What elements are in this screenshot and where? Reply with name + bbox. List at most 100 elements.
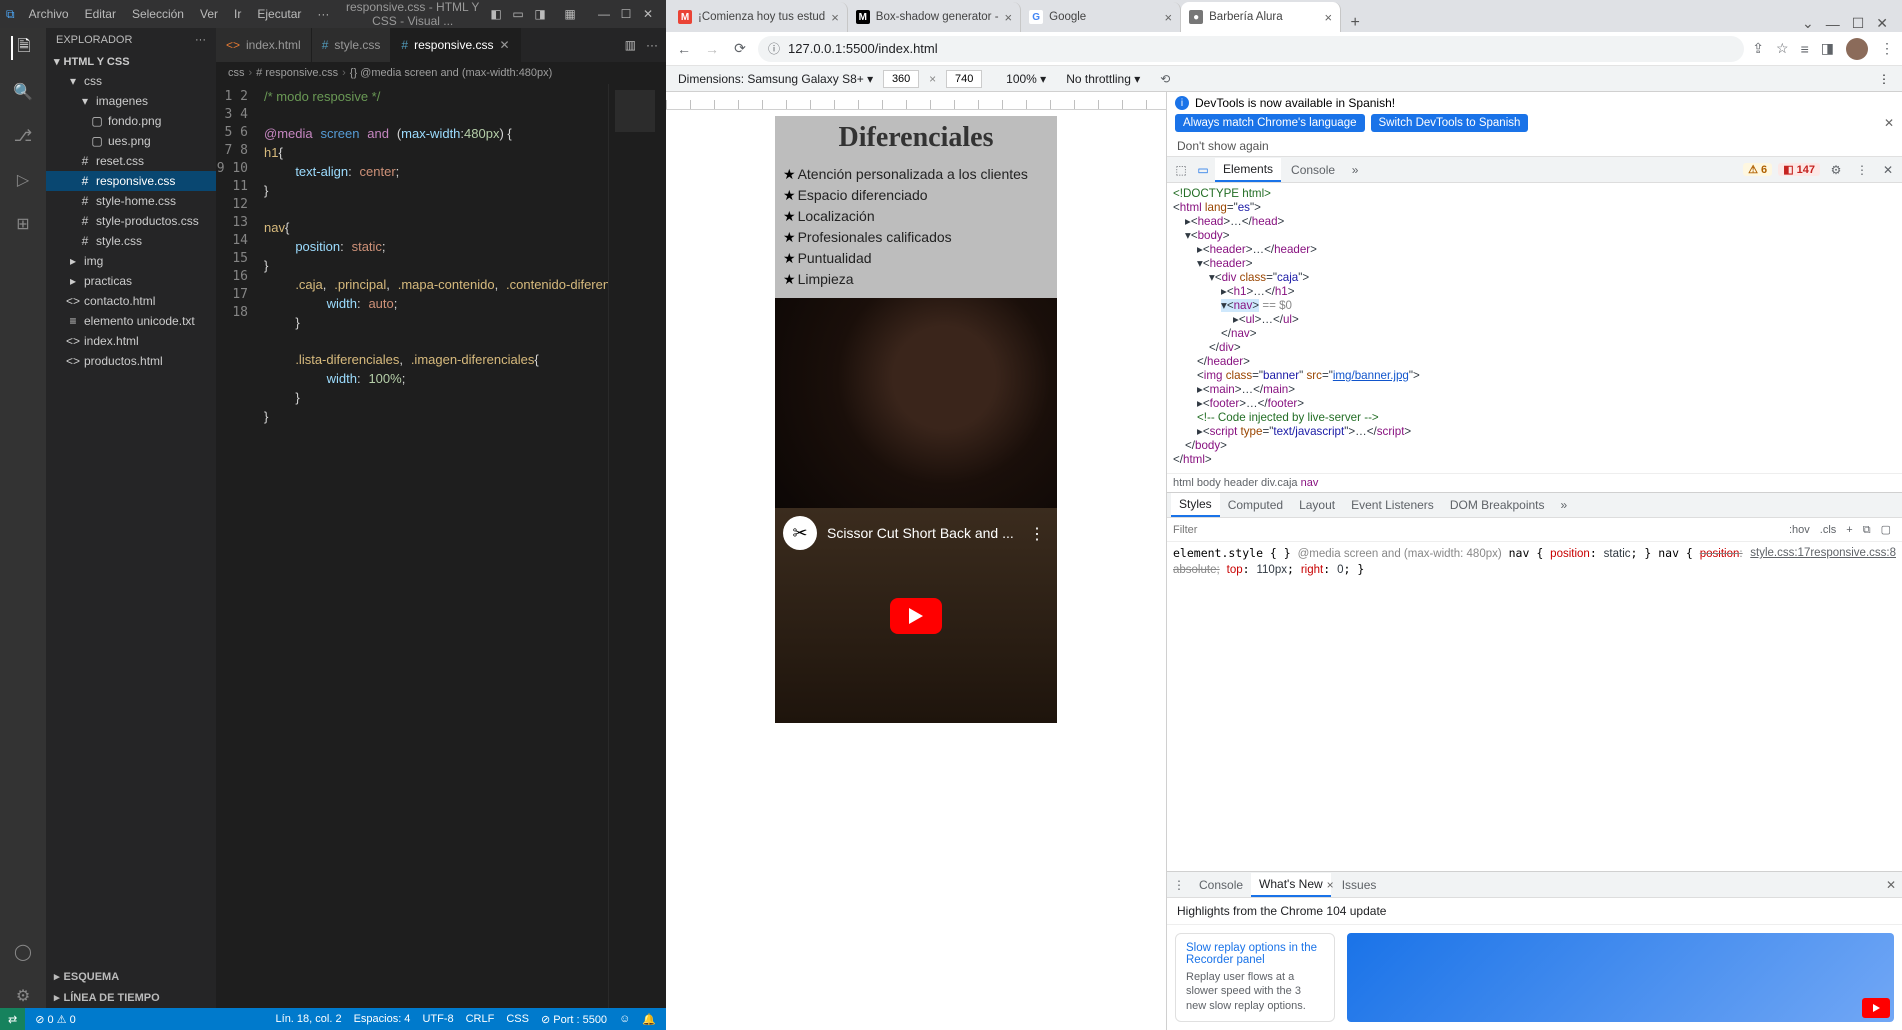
dom-node[interactable]: </html> [1173,453,1896,467]
file-ues.png[interactable]: ▢ues.png [46,131,216,151]
dom-node[interactable]: ▸<script type="text/javascript">…</scrip… [1173,425,1896,439]
extensions-icon[interactable]: ⊞ [11,212,35,236]
dom-node[interactable]: ▾<header> [1173,257,1896,271]
menu-ejecutar[interactable]: Ejecutar [251,5,307,23]
channel-avatar-icon[interactable]: ✂ [783,516,817,550]
filter-opt[interactable]: ⧉ [1858,524,1876,536]
site-info-icon[interactable]: ⓘ [768,40,780,57]
styles-rules[interactable]: element.style { } responsive.css:8@media… [1167,542,1902,871]
chrome-menu-icon[interactable]: ⋮ [1880,40,1894,57]
tab-close-icon[interactable]: × [1005,10,1013,25]
dont-show-link[interactable]: Don't show again [1167,136,1902,156]
problems-status[interactable]: ⊘ 0 ⚠ 0 [35,1013,75,1026]
minimize-icon[interactable]: — [598,7,610,21]
file-style.css[interactable]: #style.css [46,231,216,251]
dom-node[interactable]: </header> [1173,355,1896,369]
drawer-tab-close-icon[interactable]: × [1327,878,1334,892]
file-responsive.css[interactable]: #responsive.css [46,171,216,191]
menu-ir[interactable]: Ir [228,5,247,23]
filter-opt[interactable]: ▢ [1876,524,1896,536]
inspect-element-icon[interactable]: ⬚ [1171,163,1191,177]
panel-right-icon[interactable]: ◨ [534,7,546,21]
dom-node[interactable]: ▾<nav> == $0 [1173,299,1896,313]
dom-node[interactable]: ▸<main>…</main> [1173,383,1896,397]
promo-card[interactable]: Slow replay options in the Recorder pane… [1175,933,1335,1022]
promo-video-thumb[interactable] [1347,933,1894,1022]
filter-opt[interactable]: + [1841,524,1857,536]
file-style-productos.css[interactable]: #style-productos.css [46,211,216,231]
zoom-select[interactable]: 100% ▾ [1006,72,1046,86]
ruler[interactable] [666,100,1166,110]
dom-breadcrumb[interactable]: html body header div.caja nav [1167,473,1902,492]
device-select[interactable]: Dimensions: Samsung Galaxy S8+ ▾ [678,72,873,86]
play-button-icon[interactable] [890,598,942,634]
styles-filter-input[interactable] [1173,524,1784,536]
dom-node[interactable]: ▸<h1>…</h1> [1173,285,1896,299]
dom-tree[interactable]: <!DOCTYPE html><html lang="es">▸<head>…<… [1167,183,1902,473]
close-icon[interactable]: ✕ [642,7,654,21]
tab-console[interactable]: Console [1283,159,1343,181]
menu-archivo[interactable]: Archivo [23,5,75,23]
device-width-input[interactable] [883,70,919,88]
maximize-icon[interactable]: ☐ [620,7,632,21]
panel-bottom-icon[interactable]: ▭ [512,7,524,21]
file-style-home.css[interactable]: #style-home.css [46,191,216,211]
split-editor-icon[interactable]: ▥ [625,38,636,52]
share-icon[interactable]: ⇪ [1752,40,1764,57]
file-index.html[interactable]: <>index.html [46,331,216,351]
chrome-tab[interactable]: MBox-shadow generator - × [848,2,1021,32]
menu-···[interactable]: ··· [311,5,335,23]
dom-node[interactable]: ▸<header>…</header> [1173,243,1896,257]
editor-tab-index.html[interactable]: <>index.html [216,28,312,62]
explorer-icon[interactable]: 🗎 [11,36,35,60]
dom-node[interactable]: ▸<footer>…</footer> [1173,397,1896,411]
new-tab-button[interactable]: + [1341,14,1369,32]
banner-close-icon[interactable]: ✕ [1884,116,1894,130]
device-toggle-icon[interactable]: ▭ [1193,163,1213,177]
dom-node[interactable]: ▸<head>…</head> [1173,215,1896,229]
video-more-icon[interactable]: ⋮ [1029,524,1045,544]
live-server-port[interactable]: ⊘ Port : 5500 [541,1013,607,1026]
remote-indicator[interactable]: ⇄ [0,1008,25,1030]
chevron-down-icon[interactable]: ⌄ [1802,15,1814,32]
menu-ver[interactable]: Ver [194,5,224,23]
editor-tab-responsive.css[interactable]: #responsive.css✕ [391,28,520,62]
dom-node[interactable]: <img class="banner" src="img/banner.jpg"… [1173,369,1896,383]
notifications-icon[interactable]: 🔔 [642,1013,656,1026]
dom-node[interactable]: ▸<ul>…</ul> [1173,313,1896,327]
styles-more-icon[interactable]: » [1553,494,1576,516]
filter-opt[interactable]: .cls [1815,524,1842,536]
drawer-tab-console[interactable]: Console [1191,874,1251,896]
menu-selección[interactable]: Selección [126,5,190,23]
bookmark-star-icon[interactable]: ☆ [1776,40,1789,57]
chrome-tab[interactable]: GGoogle× [1021,2,1181,32]
dom-node[interactable]: <html lang="es"> [1173,201,1896,215]
back-icon[interactable]: ← [674,41,694,57]
match-language-button[interactable]: Always match Chrome's language [1175,114,1365,132]
side-panel-icon[interactable]: ◨ [1821,40,1834,57]
source-control-icon[interactable]: ⎇ [11,124,35,148]
devtools-close-icon[interactable]: ✕ [1878,163,1898,177]
filter-opt[interactable]: :hov [1784,524,1815,536]
device-height-input[interactable] [946,70,982,88]
switch-language-button[interactable]: Switch DevTools to Spanish [1371,114,1529,132]
eol-status[interactable]: CRLF [466,1013,495,1026]
account-icon[interactable]: ◯ [11,940,35,964]
panel-left-icon[interactable]: ◧ [490,7,502,21]
dom-node[interactable]: </body> [1173,439,1896,453]
file-elemento unicode.txt[interactable]: ≡elemento unicode.txt [46,311,216,331]
encoding-status[interactable]: UTF-8 [422,1013,453,1026]
reload-icon[interactable]: ⟳ [730,40,750,57]
tab-close-icon[interactable]: × [1325,10,1333,25]
device-more-icon[interactable]: ⋮ [1878,72,1890,86]
file-fondo.png[interactable]: ▢fondo.png [46,111,216,131]
chrome-tab[interactable]: M¡Comienza hoy tus estud× [670,2,848,32]
drawer-close-icon[interactable]: ✕ [1886,878,1896,892]
feedback-icon[interactable]: ☺ [619,1013,630,1026]
styles-tab-event-listeners[interactable]: Event Listeners [1343,494,1442,516]
file-imagenes[interactable]: ▾imagenes [46,91,216,111]
file-css[interactable]: ▾css [46,71,216,91]
close-icon[interactable]: ✕ [1876,15,1888,32]
rotate-icon[interactable]: ⟲ [1160,72,1170,86]
menu-editar[interactable]: Editar [79,5,122,23]
